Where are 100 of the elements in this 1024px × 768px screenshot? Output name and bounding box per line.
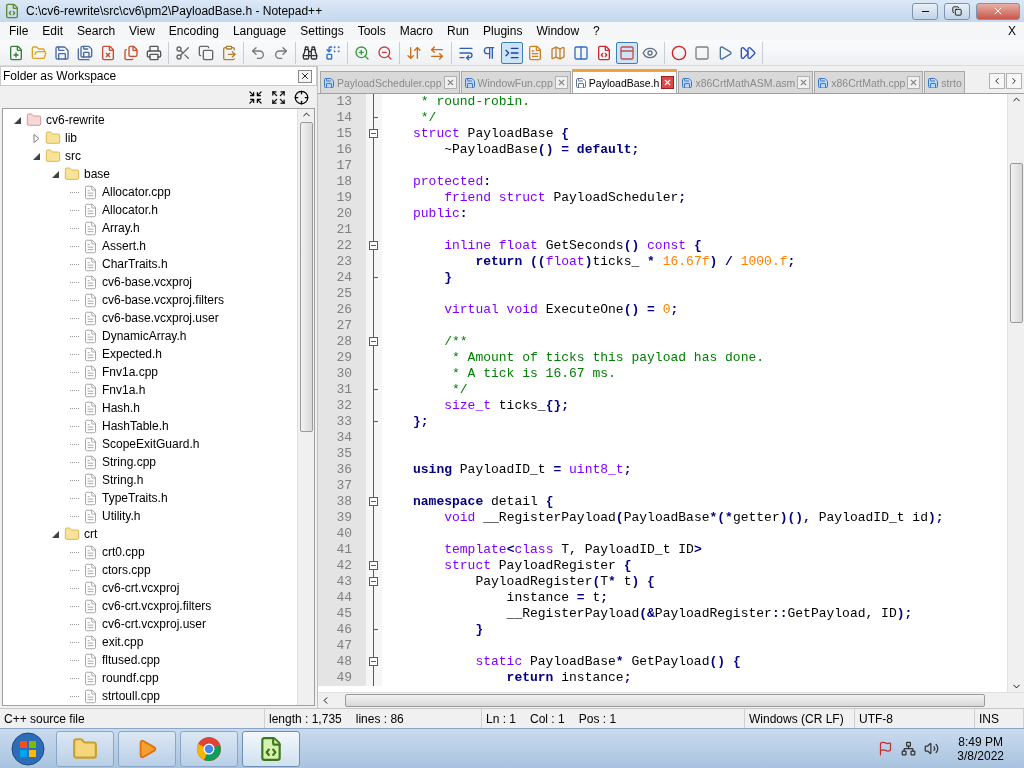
locate-button[interactable] <box>294 89 309 105</box>
menu-item[interactable]: Search <box>70 24 123 38</box>
tree-item[interactable]: String.cpp <box>102 455 157 469</box>
menu-item[interactable]: Settings <box>293 24 351 38</box>
panel-close-button[interactable] <box>298 69 312 83</box>
file-icon <box>83 634 98 650</box>
code-line: */ <box>419 110 437 126</box>
tree-item[interactable]: HashTable.h <box>102 419 169 433</box>
tree-item[interactable]: TypeTraits.h <box>102 491 168 505</box>
tree-item[interactable]: crt <box>84 527 98 541</box>
line-number: 15 <box>318 126 366 142</box>
menu-item[interactable]: Edit <box>35 24 71 38</box>
close-document-button[interactable]: X <box>1002 24 1022 38</box>
tree-item[interactable]: lib <box>65 131 77 145</box>
fold-toggle-icon[interactable] <box>369 577 378 586</box>
line-number: 43 <box>318 574 366 590</box>
fold-toggle-icon[interactable] <box>369 497 378 506</box>
tree-item[interactable]: base <box>84 167 111 181</box>
file-tab[interactable]: PayloadBase.h <box>571 69 678 93</box>
network-icon[interactable] <box>901 741 917 756</box>
collapse-button[interactable] <box>248 89 263 105</box>
line-number: 39 <box>318 510 366 526</box>
tree-item[interactable]: Expected.h <box>102 347 163 361</box>
minimize-button[interactable] <box>912 2 938 20</box>
tree-item[interactable]: Allocator.cpp <box>102 185 171 199</box>
menu-item[interactable]: Run <box>440 24 477 38</box>
tree-item[interactable]: fltused.cpp <box>102 653 161 667</box>
tree-line <box>70 389 79 391</box>
tree-line <box>70 371 79 373</box>
tree-item[interactable]: cv6-crt.vcxproj <box>102 581 180 595</box>
scrollbar-thumb[interactable] <box>299 122 313 432</box>
tree-item[interactable]: cv6-base.vcxproj.user <box>102 311 219 325</box>
tree-item[interactable]: cv6-rewrite <box>46 113 105 127</box>
tree-item[interactable]: src <box>65 149 81 163</box>
restore-button[interactable] <box>944 2 970 20</box>
file-icon <box>83 364 98 380</box>
menu-item[interactable]: File <box>2 24 36 38</box>
scrollbar-thumb[interactable] <box>345 694 985 707</box>
tree-item[interactable]: Array.h <box>102 221 140 235</box>
tree-line <box>70 299 79 301</box>
horizontal-scrollbar[interactable] <box>318 692 1024 708</box>
menu-item[interactable]: Window <box>529 24 587 38</box>
scrollbar-thumb[interactable] <box>1009 163 1023 323</box>
scroll-left-button[interactable] <box>989 73 1005 89</box>
tab-close-button[interactable] <box>661 76 675 89</box>
new-file-icon <box>8 44 24 61</box>
tree-item[interactable]: ScopeExitGuard.h <box>102 437 200 451</box>
file-icon <box>83 418 98 434</box>
scrollbar[interactable] <box>1007 94 1024 692</box>
menu-item[interactable]: Language <box>225 24 294 38</box>
tree-item[interactable]: Allocator.h <box>102 203 159 217</box>
tree-item[interactable]: Assert.h <box>102 239 146 253</box>
tree-line <box>70 191 79 193</box>
menu-item[interactable]: Encoding <box>161 24 226 38</box>
tree-item[interactable]: cv6-base.vcxproj <box>102 275 193 289</box>
expanded-triangle-icon[interactable] <box>51 529 60 539</box>
speaker-icon[interactable] <box>924 741 940 756</box>
fold-toggle-icon[interactable] <box>369 129 378 138</box>
toolbar-button[interactable] <box>501 41 523 64</box>
tree-item[interactable]: cv6-crt.vcxproj.user <box>102 617 207 631</box>
tree-item[interactable]: String.h <box>102 473 144 487</box>
flag-icon[interactable] <box>878 741 894 756</box>
tree-item[interactable]: Fnv1a.cpp <box>102 365 159 379</box>
tree-item[interactable]: ctors.cpp <box>102 563 151 577</box>
fold-toggle-icon[interactable] <box>369 241 378 250</box>
expand-button[interactable] <box>271 89 286 105</box>
tree-item[interactable]: Utility.h <box>102 509 141 523</box>
menu-item[interactable]: ? <box>586 24 607 38</box>
taskbar-app-button[interactable] <box>242 730 300 767</box>
expanded-triangle-icon[interactable] <box>51 169 60 179</box>
tree-item[interactable]: crt0.cpp <box>102 545 145 559</box>
tree-item[interactable]: cv6-base.vcxproj.filters <box>102 293 225 307</box>
collapsed-triangle-icon[interactable] <box>32 133 41 143</box>
expanded-triangle-icon[interactable] <box>32 151 41 161</box>
code-line: void __RegisterPayload(PayloadBase*(*getter)(), PayloadID_t id); <box>443 510 944 526</box>
expanded-triangle-icon[interactable] <box>13 115 22 125</box>
taskbar-app-button[interactable] <box>180 730 238 767</box>
menu-item[interactable]: View <box>122 24 162 38</box>
tree-item[interactable]: Hash.h <box>102 401 141 415</box>
tree-line <box>70 659 79 661</box>
fold-toggle-icon[interactable] <box>369 561 378 570</box>
tree-item[interactable]: exit.cpp <box>102 635 144 649</box>
fold-toggle-icon[interactable] <box>369 337 378 346</box>
taskbar-app-button[interactable] <box>118 730 176 767</box>
status-text: length : 1,735 <box>269 711 342 726</box>
printer-icon <box>146 44 162 61</box>
menu-item[interactable]: Tools <box>350 24 393 38</box>
tree-line <box>70 497 79 499</box>
tree-item[interactable]: DynamicArray.h <box>102 329 187 343</box>
close-button[interactable] <box>976 2 1020 20</box>
tree-item[interactable]: CharTraits.h <box>102 257 168 271</box>
scrollbar[interactable] <box>297 109 314 705</box>
tree-item[interactable]: Fnv1a.h <box>102 383 146 397</box>
fold-toggle-icon[interactable] <box>369 657 378 666</box>
line-number: 24 <box>318 270 366 286</box>
menu-item[interactable]: Macro <box>392 24 440 38</box>
menu-item[interactable]: Plugins <box>476 24 530 38</box>
tree-item[interactable]: roundf.cpp <box>102 671 159 685</box>
tree-item[interactable]: cv6-crt.vcxproj.filters <box>102 599 212 613</box>
tree-item[interactable]: strtoull.cpp <box>102 689 161 703</box>
